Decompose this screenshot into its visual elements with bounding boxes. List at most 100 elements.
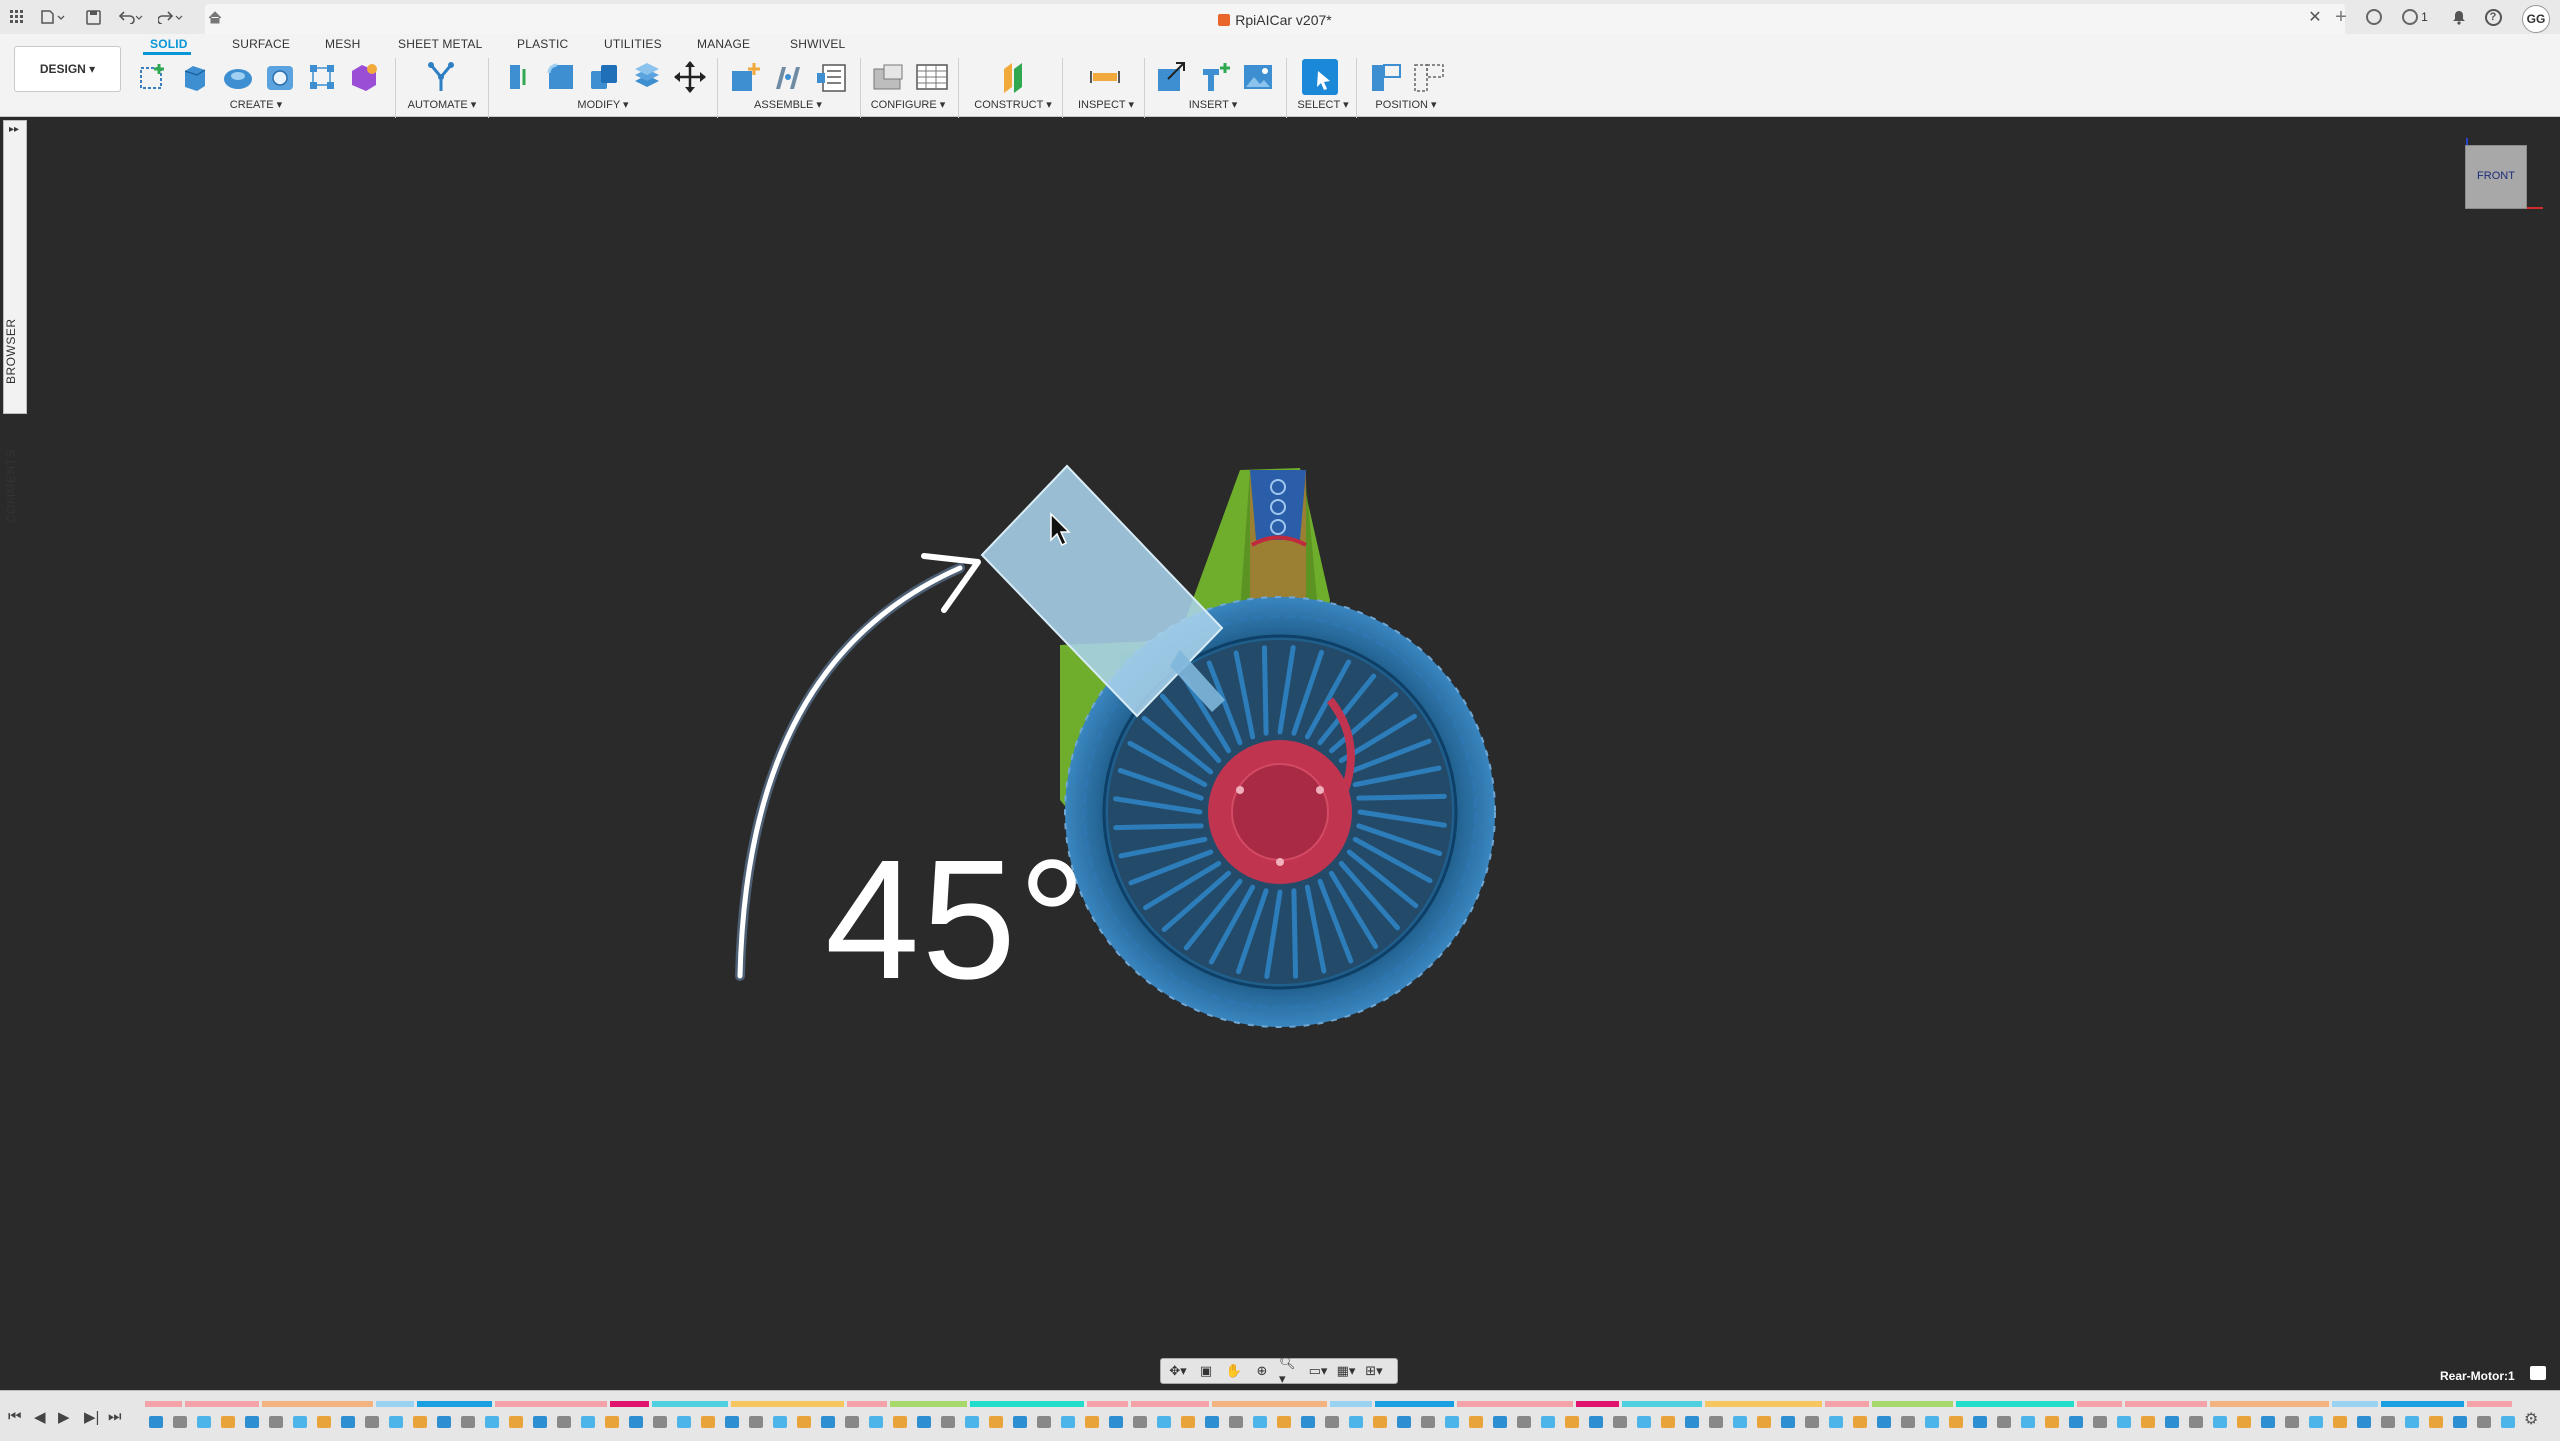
timeline-feature-icon[interactable] [1109, 1416, 1123, 1428]
tab-mesh[interactable]: MESH [325, 37, 360, 51]
joint-icon[interactable] [770, 59, 806, 95]
timeline-feature-icon[interactable] [1997, 1416, 2011, 1428]
tab-plastic[interactable]: PLASTIC [517, 37, 568, 51]
form-icon[interactable] [346, 59, 382, 95]
timeline-feature-icon[interactable] [1205, 1416, 1219, 1428]
timeline-feature-icon[interactable] [1373, 1416, 1387, 1428]
timeline-feature-icon[interactable] [1085, 1416, 1099, 1428]
comments-panel-tab[interactable]: COMMENTS [4, 431, 26, 541]
skip-to-end-icon[interactable]: ⏭ [108, 1408, 122, 1425]
timeline-feature-icon[interactable] [437, 1416, 451, 1428]
timeline-feature-icon[interactable] [893, 1416, 907, 1428]
timeline-feature-icon[interactable] [677, 1416, 691, 1428]
timeline-feature-icon[interactable] [269, 1416, 283, 1428]
extrude-icon[interactable] [177, 59, 213, 95]
workspace-switcher-button[interactable]: DESIGN ▾ [14, 46, 121, 92]
timeline-feature-icon[interactable] [2309, 1416, 2323, 1428]
look-at-icon[interactable]: ▣ [1195, 1363, 1217, 1379]
timeline-feature-icon[interactable] [1397, 1416, 1411, 1428]
document-tab[interactable]: RpiAICar v207* ✕ [205, 4, 2345, 34]
timeline-feature-icon[interactable] [2021, 1416, 2035, 1428]
timeline-feature-icon[interactable] [1757, 1416, 1771, 1428]
timeline-feature-icon[interactable] [1733, 1416, 1747, 1428]
timeline-feature-icon[interactable] [1229, 1416, 1243, 1428]
timeline-feature-icon[interactable] [989, 1416, 1003, 1428]
timeline-feature-icon[interactable] [2189, 1416, 2203, 1428]
fillet-icon[interactable] [543, 59, 579, 95]
save-icon[interactable] [82, 6, 104, 28]
move-icon[interactable] [672, 59, 708, 95]
redo-icon[interactable] [156, 6, 186, 28]
timeline-feature-icon[interactable] [2333, 1416, 2347, 1428]
timeline-feature-icon[interactable] [581, 1416, 595, 1428]
orbit-icon[interactable]: ✥▾ [1167, 1363, 1189, 1379]
timeline-feature-icon[interactable] [461, 1416, 475, 1428]
measure-icon[interactable] [1087, 59, 1123, 95]
timeline-feature-icon[interactable] [2045, 1416, 2059, 1428]
timeline-settings-icon[interactable]: ⚙ [2524, 1409, 2538, 1429]
timeline-feature-icon[interactable] [1181, 1416, 1195, 1428]
timeline-feature-icon[interactable] [1973, 1416, 1987, 1428]
timeline-feature-icon[interactable] [821, 1416, 835, 1428]
timeline-feature-icon[interactable] [1157, 1416, 1171, 1428]
group-automate[interactable]: AUTOMATE ▾ [408, 98, 477, 111]
zoom-window-icon[interactable]: ⊕ [1251, 1363, 1273, 1379]
timeline-feature-icon[interactable] [2141, 1416, 2155, 1428]
step-forward-icon[interactable]: ▶| [84, 1408, 99, 1426]
design-viewport[interactable]: 45° [0, 117, 2560, 1387]
timeline-feature-icon[interactable] [2165, 1416, 2179, 1428]
timeline-feature-icon[interactable] [365, 1416, 379, 1428]
play-icon[interactable]: ▶ [58, 1408, 70, 1426]
timeline-feature-icon[interactable] [1013, 1416, 1027, 1428]
shell-icon[interactable] [629, 59, 665, 95]
offset-plane-icon[interactable] [996, 59, 1032, 95]
timeline-feature-icon[interactable] [2429, 1416, 2443, 1428]
display-settings-icon[interactable]: ▭▾ [1307, 1363, 1329, 1379]
timeline-feature-icon[interactable] [725, 1416, 739, 1428]
bill-of-materials-icon[interactable] [813, 59, 849, 95]
timeline-feature-icon[interactable] [341, 1416, 355, 1428]
user-avatar[interactable]: GG [2522, 5, 2550, 33]
timeline-feature-icon[interactable] [1637, 1416, 1651, 1428]
new-tab-icon[interactable]: + [2330, 6, 2352, 28]
suspension-column[interactable] [1250, 470, 1307, 612]
group-assemble[interactable]: ASSEMBLE ▾ [754, 98, 822, 111]
timeline-feature-icon[interactable] [1277, 1416, 1291, 1428]
job-status[interactable]: 1 [2395, 6, 2435, 28]
tab-manage[interactable]: MANAGE [697, 37, 750, 51]
automate-icon[interactable] [423, 59, 459, 95]
timeline-feature-icon[interactable] [221, 1416, 235, 1428]
timeline-feature-icon[interactable] [1445, 1416, 1459, 1428]
timeline-feature-icon[interactable] [917, 1416, 931, 1428]
timeline-feature-icon[interactable] [413, 1416, 427, 1428]
timeline-feature-icon[interactable] [245, 1416, 259, 1428]
timeline-feature-icon[interactable] [1301, 1416, 1315, 1428]
timeline-feature-icon[interactable] [509, 1416, 523, 1428]
timeline-feature-icon[interactable] [1421, 1416, 1435, 1428]
timeline-feature-icon[interactable] [1541, 1416, 1555, 1428]
undo-icon[interactable] [116, 6, 146, 28]
group-construct[interactable]: CONSTRUCT ▾ [974, 98, 1051, 111]
timeline-feature-icon[interactable] [1781, 1416, 1795, 1428]
insert-canvas-icon[interactable] [1240, 59, 1276, 95]
timeline-feature-icon[interactable] [749, 1416, 763, 1428]
timeline-feature-icon[interactable] [2285, 1416, 2299, 1428]
timeline-feature-icon[interactable] [173, 1416, 187, 1428]
viewcube-face-label[interactable]: FRONT [2466, 170, 2526, 182]
revolve-icon[interactable] [220, 59, 256, 95]
timeline-feature-icon[interactable] [389, 1416, 403, 1428]
group-modify[interactable]: MODIFY ▾ [577, 98, 628, 111]
group-select[interactable]: SELECT ▾ [1297, 98, 1348, 111]
apps-grid-icon[interactable] [6, 6, 28, 28]
timeline-feature-icon[interactable] [317, 1416, 331, 1428]
expand-icon[interactable] [2530, 1366, 2546, 1380]
timeline-feature-icon[interactable] [1925, 1416, 1939, 1428]
combine-icon[interactable] [586, 59, 622, 95]
capture-position-icon[interactable] [1368, 59, 1404, 95]
timeline-feature-icon[interactable] [149, 1416, 163, 1428]
viewports-icon[interactable]: ⊞▾ [1363, 1363, 1385, 1379]
tab-solid[interactable]: SOLID [150, 37, 188, 51]
group-position[interactable]: POSITION ▾ [1375, 98, 1436, 111]
select-icon[interactable] [1302, 59, 1338, 95]
timeline-feature-icon[interactable] [701, 1416, 715, 1428]
